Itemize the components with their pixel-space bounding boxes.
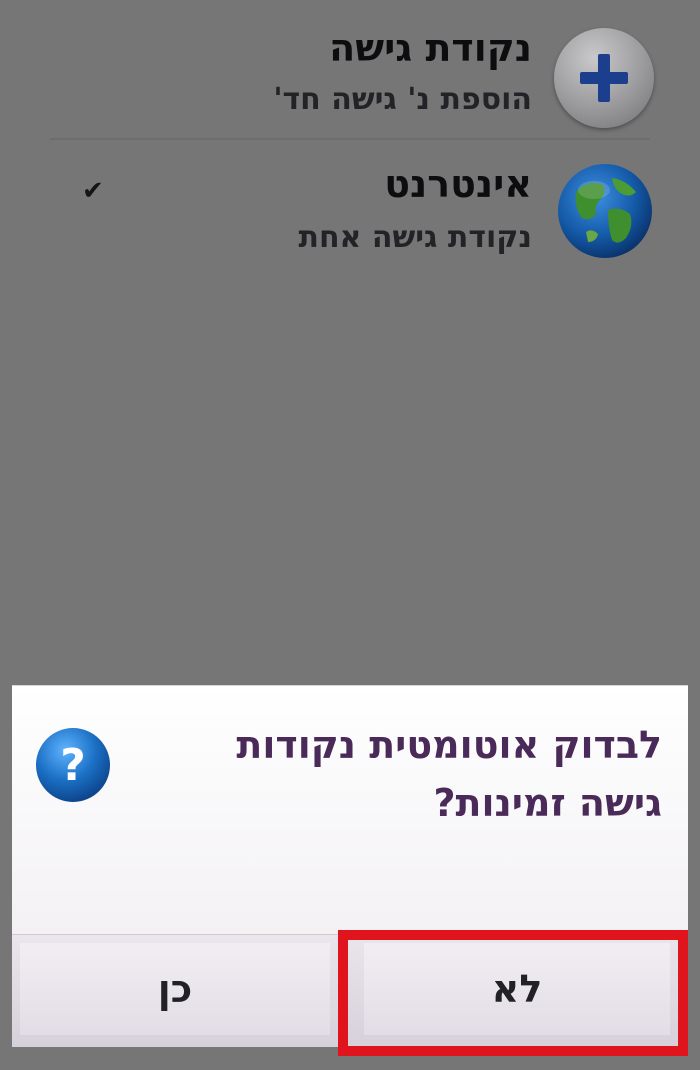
svg-text:?: ? <box>60 740 86 791</box>
checkmark-icon: ✔ <box>82 176 104 206</box>
list-item-subtitle: הוספת נ' גישה חד' <box>273 82 532 117</box>
dialog-message-line1: לבדוק אוטומטית נקודות <box>236 723 662 767</box>
dialog-message: לבדוק אוטומטית נקודות גישה זמינות? <box>142 716 662 832</box>
list-item-title: אינטרנט <box>384 162 532 206</box>
list-item-add-access-point[interactable]: נקודת גישה הוספת נ' גישה חד' <box>0 0 700 140</box>
question-icon: ? <box>34 726 112 804</box>
dialog-body: לבדוק אוטומטית נקודות גישה זמינות? ? <box>12 686 688 934</box>
list-item-title: נקודת גישה <box>329 26 532 70</box>
list-item-internet[interactable]: אינטרנט נקודת גישה אחת ✔ <box>0 140 700 280</box>
globe-icon <box>556 162 654 260</box>
dialog-message-line2: גישה זמינות? <box>433 781 662 825</box>
plus-icon <box>554 28 654 128</box>
list-item-subtitle: נקודת גישה אחת <box>298 220 532 255</box>
highlight-annotation-box <box>338 930 688 1056</box>
yes-button[interactable]: כן <box>20 943 330 1035</box>
